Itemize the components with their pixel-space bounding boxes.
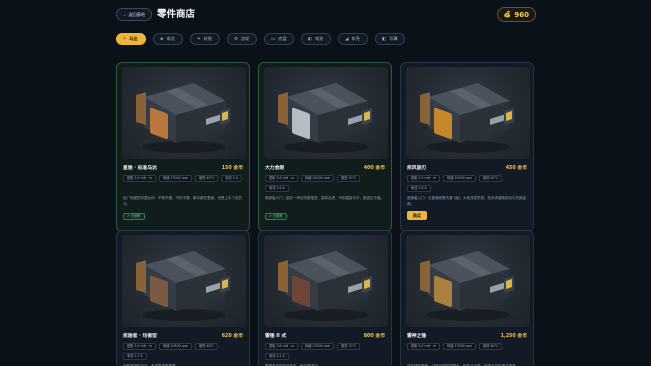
- filter-chip-label: 轮胎: [203, 36, 213, 41]
- motor-image: [122, 67, 246, 159]
- buy-button[interactable]: 购买: [407, 211, 427, 220]
- spec-tag: 电流 2.7 A: [123, 353, 147, 360]
- spec-tag: 转速 20500 rpm: [159, 343, 193, 350]
- spec-tag: 散热 62°C: [479, 175, 503, 182]
- product-card[interactable]: 大力金刚 400 金币扭矩 3.6 mN · m 转速 15000 rpm 散热 50…: [258, 62, 392, 232]
- filter-chip-gear[interactable]: ⚙ 齿轮: [227, 33, 257, 45]
- owned-label: 已拥有: [130, 214, 141, 218]
- filter-chip-label: 电池: [314, 36, 324, 41]
- product-card[interactable]: 疾风旋刃 450 金币扭矩 2.5 mN · m 转速 24000 rpm 散热 62…: [400, 62, 534, 232]
- product-name: 疾驰者 · 均衡型: [123, 334, 157, 339]
- spec-list: 扭矩 3.6 mN · m 转速 15000 rpm 散热 50°C 电流 2.6 A: [265, 175, 387, 192]
- spec-tag: 扭矩 2.5 mN · m: [407, 175, 441, 182]
- filter-chip-battery[interactable]: ◈ 电池: [153, 33, 183, 45]
- top-bar: ← 返回基地 零件商店 💰 960: [116, 7, 536, 24]
- coin-balance: 💰 960: [496, 7, 536, 22]
- product-price: 400 金币: [363, 166, 385, 171]
- owned-badge: ✔ 已拥有: [123, 213, 145, 220]
- product-card[interactable]: 雷锤 II 式 800 金币扭矩 3.8 mN · m 转速 27000 rpm 散热…: [258, 230, 392, 366]
- filter-chip-battery-2[interactable]: ◐ 电池: [301, 33, 331, 45]
- spec-tag: 散热 50°C: [337, 175, 361, 182]
- tire-icon: ✦: [197, 36, 201, 42]
- spec-tag: 转速 17000 rpm: [159, 175, 193, 182]
- product-price: 620 金币: [221, 334, 243, 339]
- filter-chip-label: 齿轮: [241, 36, 250, 41]
- spec-tag: 电流 4.2 A: [265, 353, 289, 360]
- spec-tag: 扭矩 3.8 mN · m: [265, 343, 299, 350]
- spec-tag: 转速 15000 rpm: [301, 175, 335, 182]
- motor-image: [406, 235, 530, 327]
- product-price: 150 金币: [221, 166, 243, 171]
- product-description: 追速者入门：长直道就是天竟飞起；大电流发热快，技术流道跑前后平抗类高频。: [407, 196, 526, 206]
- motor-image: [264, 235, 388, 327]
- battery-icon: ◈: [160, 36, 164, 42]
- filter-chip-body-shell[interactable]: ◢ 车壳: [338, 33, 368, 45]
- coin-amount: 960: [514, 10, 529, 19]
- spec-list: 扭矩 5.0 mN · m 转速 17500 rpm 散热 60°C: [407, 343, 529, 350]
- filter-chip-label: 导翼: [389, 36, 398, 41]
- filter-chip-label: 底盘: [278, 36, 287, 41]
- spec-list: 扭矩 3.0 mN · m 转速 20500 rpm 散热 48°C 电流 2.7 A: [123, 343, 245, 360]
- filter-chip-wing[interactable]: ◧ 导翼: [375, 33, 405, 45]
- spec-tag: 转速 17500 rpm: [443, 343, 477, 350]
- product-name: 雷锤 II 式: [265, 334, 287, 339]
- body-shell-icon: ◢: [345, 36, 349, 42]
- motor-icon: ⚡: [123, 36, 127, 42]
- product-description: 爬坡高人门：起步一声巨吼般推进，急转必虎，可别直接平平，都进过平面。: [265, 196, 384, 200]
- product-name: 疾风旋刃: [407, 166, 427, 171]
- product-name: 星驰 · 标准马达: [123, 166, 157, 171]
- product-name: 雷神之锤: [407, 334, 427, 339]
- spec-tag: 散热 45°C: [195, 175, 219, 182]
- filter-chip-tire[interactable]: ✦ 轮胎: [190, 33, 220, 45]
- motor-image: [122, 235, 246, 327]
- filter-chip-chassis[interactable]: ▭ 底盘: [264, 33, 294, 45]
- filter-chip-label: 电池: [166, 36, 175, 41]
- product-card[interactable]: 星驰 · 标准马达 150 金币扭矩 3.0 mN · m 转速 17000 rpm…: [116, 62, 250, 232]
- battery-2-icon: ◐: [308, 36, 312, 42]
- gear-icon: ⚙: [234, 36, 239, 42]
- spec-tag: 扭矩 3.0 mN · m: [123, 343, 157, 350]
- spec-tag: 扭矩 5.0 mN · m: [407, 343, 441, 350]
- product-description: 出厂标配的可靠伙伴：不快不慢、不热不燥，新手都在里面。也是上手了走的马。: [123, 196, 242, 206]
- spec-tag: 电流 3.6 A: [407, 185, 431, 192]
- product-price: 800 金币: [363, 334, 385, 339]
- back-to-base-button[interactable]: ← 返回基地: [116, 8, 153, 21]
- spec-tag: 散热 70°C: [337, 343, 361, 350]
- motor-image: [406, 67, 530, 159]
- product-card[interactable]: 疾驰者 · 均衡型 620 金币扭矩 3.0 mN · m 转速 20500 rpm…: [116, 230, 250, 366]
- owned-badge: ✔ 已拥有: [265, 213, 287, 220]
- product-price: 450 金币: [505, 166, 527, 171]
- spec-list: 扭矩 3.0 mN · m 转速 17000 rpm 散热 45°C 电流 2 A: [123, 175, 245, 182]
- chassis-icon: ▭: [271, 36, 276, 42]
- product-price: 1,250 金币: [500, 334, 527, 339]
- spec-list: 扭矩 3.8 mN · m 转速 27000 rpm 散热 70°C 电流 4.2 A: [265, 343, 387, 360]
- spec-tag: 电流 2 A: [221, 175, 242, 182]
- coin-bag-icon: 💰: [503, 11, 512, 18]
- filter-chip-motor[interactable]: ⚡ 马达: [116, 33, 146, 45]
- spec-tag: 扭矩 3.6 mN · m: [265, 175, 299, 182]
- spec-tag: 转速 24000 rpm: [443, 175, 477, 182]
- spec-tag: 散热 48°C: [195, 343, 219, 350]
- spec-tag: 散热 60°C: [479, 343, 503, 350]
- spec-tag: 电流 2.6 A: [265, 185, 289, 192]
- motor-image: [264, 67, 388, 159]
- category-filter-bar: ⚡ 马达 ◈ 电池 ✦ 轮胎 ⚙ 齿轮 ▭ 底盘 ◐ 电池 ◢ 车壳 ◧ 导翼: [116, 33, 405, 45]
- filter-chip-label: 马达: [129, 36, 138, 41]
- product-name: 大力金刚: [265, 166, 285, 171]
- spec-tag: 扭矩 3.0 mN · m: [123, 175, 157, 182]
- spec-tag: 转速 27000 rpm: [301, 343, 335, 350]
- spec-list: 扭矩 2.5 mN · m 转速 24000 rpm 散热 62°C 电流 3.6 A: [407, 175, 529, 192]
- page-title: 零件商店: [157, 9, 196, 20]
- product-card[interactable]: 雷神之锤 1,250 金币扭矩 5.0 mN · m 转速 17500 rpm 散热 …: [400, 230, 534, 366]
- owned-label: 已拥有: [272, 214, 283, 218]
- wing-icon: ◧: [382, 36, 387, 42]
- filter-chip-label: 车壳: [351, 36, 360, 41]
